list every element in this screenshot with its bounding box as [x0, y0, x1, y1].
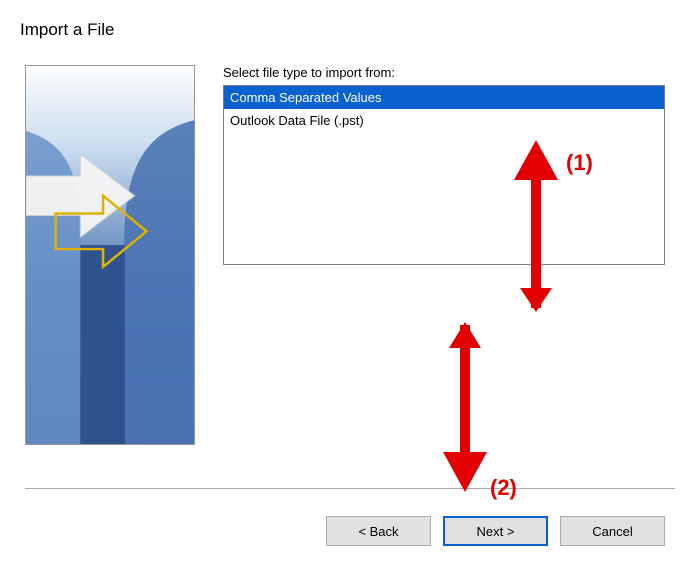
wizard-sidebar-graphic [25, 65, 195, 445]
dialog-body: Select file type to import from: Comma S… [0, 40, 690, 455]
list-item[interactable]: Comma Separated Values [224, 86, 664, 109]
next-button[interactable]: Next > [443, 516, 548, 546]
file-type-list-label: Select file type to import from: [223, 65, 665, 80]
file-type-panel: Select file type to import from: Comma S… [223, 65, 665, 445]
cancel-button[interactable]: Cancel [560, 516, 665, 546]
button-separator [25, 488, 675, 489]
back-button[interactable]: < Back [326, 516, 431, 546]
dialog-title: Import a File [0, 0, 690, 40]
list-item[interactable]: Outlook Data File (.pst) [224, 109, 664, 132]
wizard-button-row: < Back Next > Cancel [326, 516, 665, 546]
file-type-listbox[interactable]: Comma Separated Values Outlook Data File… [223, 85, 665, 265]
import-arrow-icon [26, 66, 194, 444]
